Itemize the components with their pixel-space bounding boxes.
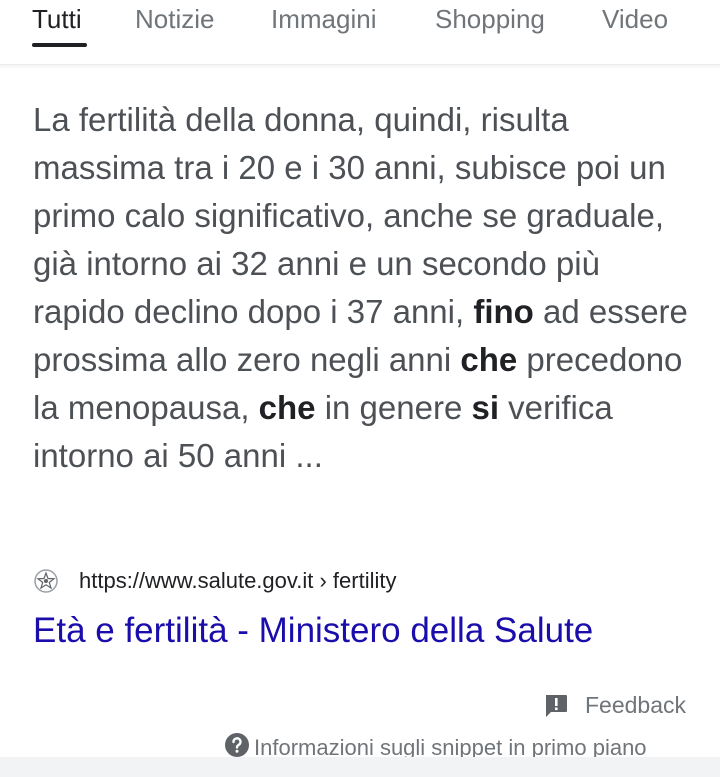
result-source[interactable]: https://www.salute.gov.it › fertility	[33, 566, 683, 596]
snippet-bold-text: fino	[473, 293, 534, 330]
result-title-link[interactable]: Età e fertilità - Ministero della Salute	[33, 611, 593, 651]
bottom-divider	[0, 757, 720, 777]
featured-snippet-info-link[interactable]: Informazioni sugli snippet in primo pian…	[224, 732, 694, 758]
tab-shopping[interactable]: Shopping	[435, 4, 545, 35]
feedback-button[interactable]: Feedback	[543, 692, 686, 719]
snippet-bold-text: che	[460, 341, 518, 378]
snippet-bold-text: che	[258, 389, 316, 426]
active-tab-indicator	[32, 43, 87, 47]
snippet-bold-text: si	[471, 389, 500, 426]
snippet-text: in genere	[315, 389, 472, 426]
feedback-label: Feedback	[585, 692, 687, 718]
search-tabs-bar: Tutti Notizie Immagini Shopping Video	[0, 0, 720, 65]
featured-snippet-text: La fertilità della donna, quindi, risult…	[33, 96, 693, 480]
feedback-icon	[543, 693, 569, 719]
tab-notizie[interactable]: Notizie	[135, 4, 214, 35]
ministry-emblem-icon	[33, 568, 59, 594]
help-circle-icon	[224, 732, 250, 758]
info-label: Informazioni sugli snippet in primo pian…	[254, 735, 647, 758]
result-url: https://www.salute.gov.it › fertility	[79, 568, 397, 593]
tab-immagini[interactable]: Immagini	[271, 4, 376, 35]
tab-tutti[interactable]: Tutti	[32, 4, 82, 35]
tab-video[interactable]: Video	[602, 4, 668, 35]
